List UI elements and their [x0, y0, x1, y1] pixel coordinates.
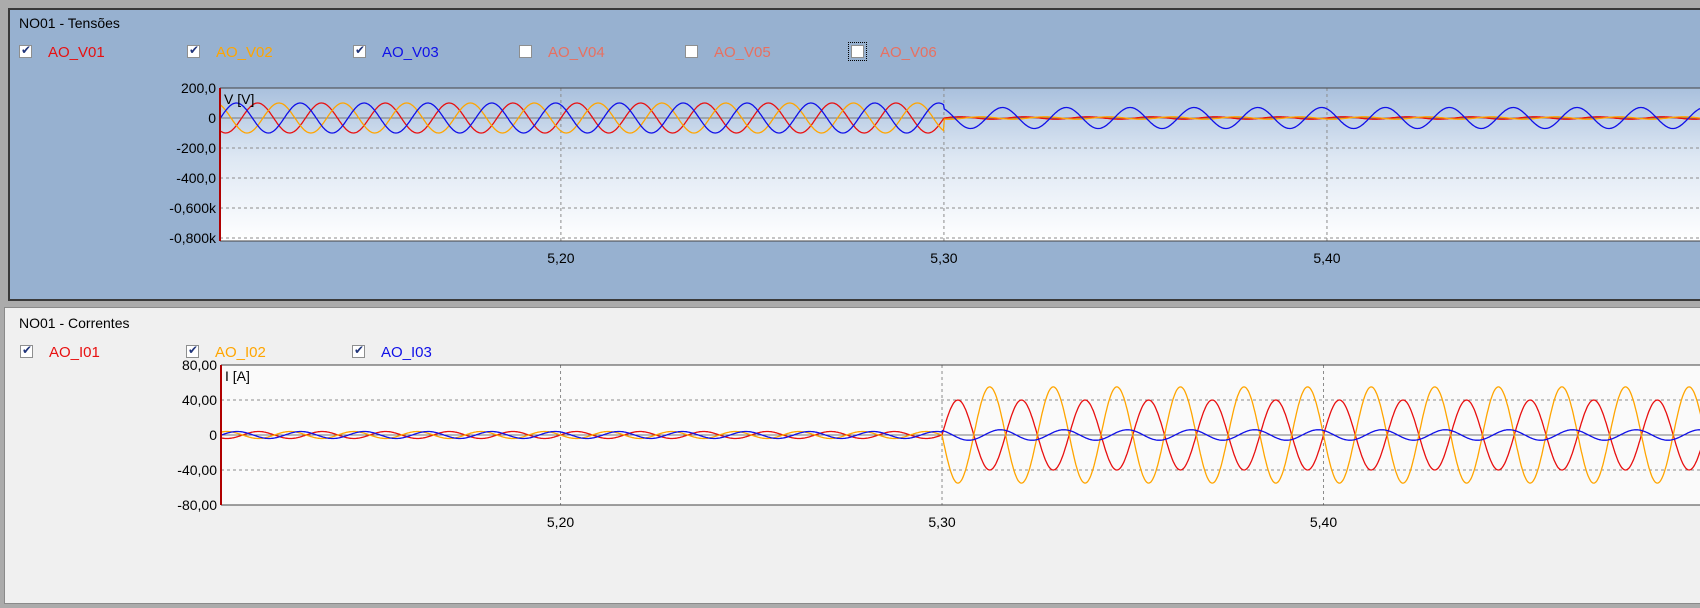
- unit-label: I [A]: [225, 368, 250, 384]
- current-chart[interactable]: 80,00 40,00 0 -40,00 -80,00 5,20 5,30 5,40 I [A]: [5, 308, 1700, 604]
- y-tick-label: 0: [209, 427, 217, 443]
- x-tick-label: 5,40: [1310, 514, 1337, 530]
- x-tick-label: 5,20: [547, 250, 574, 266]
- voltage-panel: NO01 - Tensões ✔ AO_V01 ✔ AO_V02 ✔ AO_V0…: [8, 8, 1700, 301]
- x-tick-label: 5,20: [547, 514, 574, 530]
- y-tick-label: -0,800k: [169, 230, 217, 246]
- y-tick-label: -200,0: [176, 140, 216, 156]
- current-panel: NO01 - Correntes ✔ AO_I01 ✔ AO_I02 ✔ AO_…: [4, 307, 1700, 604]
- plot-area: [220, 88, 1700, 241]
- x-tick-label: 5,40: [1313, 250, 1340, 266]
- x-tick-label: 5,30: [928, 514, 955, 530]
- y-tick-label: 0: [208, 110, 216, 126]
- y-tick-label: -400,0: [176, 170, 216, 186]
- y-tick-label: 200,0: [181, 80, 216, 96]
- y-tick-label: -80,00: [177, 497, 217, 513]
- y-tick-label: -40,00: [177, 462, 217, 478]
- voltage-chart[interactable]: 200,0 0 -200,0 -400,0 -0,600k -0,800k 5,20 5,30…: [10, 10, 1700, 299]
- unit-label: V [V]: [224, 91, 254, 107]
- x-tick-label: 5,30: [930, 250, 957, 266]
- y-tick-label: 80,00: [182, 357, 217, 373]
- y-tick-label: 40,00: [182, 392, 217, 408]
- y-tick-label: -0,600k: [169, 200, 217, 216]
